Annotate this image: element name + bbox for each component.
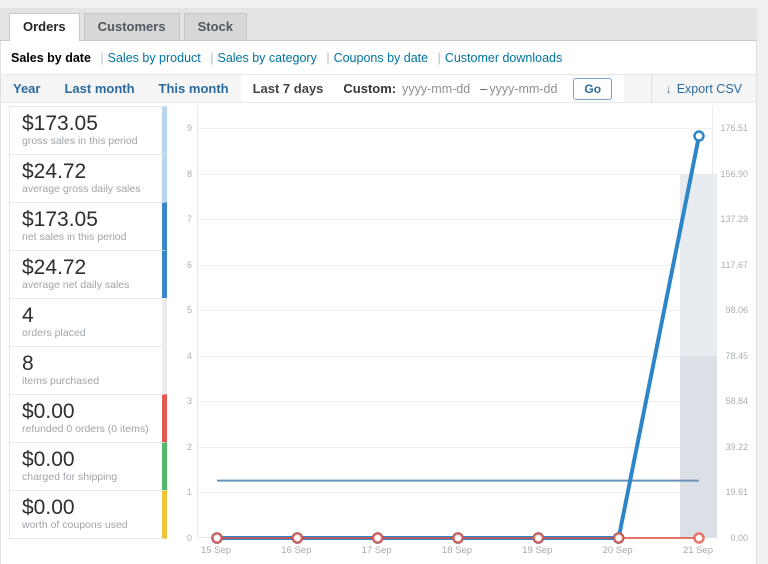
y-axis-tick-right: 78.45	[708, 351, 748, 361]
data-point-refund-amount[interactable]	[614, 534, 623, 543]
data-point-gross-sales-amount[interactable]	[694, 132, 703, 141]
end-date-input[interactable]	[489, 82, 565, 96]
report-content: $173.05 gross sales in this period $24.7…	[1, 103, 756, 564]
stat-value: $0.00	[22, 448, 150, 471]
stat-value: $24.72	[22, 160, 150, 183]
stat-value: 8	[22, 352, 150, 375]
x-axis-label: 16 Sep	[281, 545, 311, 556]
x-axis-label: 19 Sep	[522, 545, 552, 556]
y-axis-tick-left: 8	[177, 169, 192, 179]
subnav-separator: |	[100, 51, 103, 65]
stat-value: $0.00	[22, 496, 150, 519]
stat-label: gross sales in this period	[22, 135, 150, 148]
report-tabs: Orders Customers Stock	[0, 8, 757, 41]
line-gross-sales-amount	[217, 136, 699, 538]
subnav-separator: |	[326, 51, 329, 65]
stat-value: $0.00	[22, 400, 150, 423]
y-axis-tick-right: 117.67	[708, 260, 748, 270]
stat-value: $24.72	[22, 256, 150, 279]
y-axis-tick-left: 4	[177, 351, 192, 361]
custom-range-zone: Last 7 days Custom: – Go	[241, 75, 624, 102]
stat-label: charged for shipping	[22, 471, 150, 484]
stat-value: $173.05	[22, 112, 150, 135]
y-axis-tick-right: 137.29	[708, 214, 748, 224]
y-axis-tick-right: 176.51	[708, 123, 748, 133]
x-axis-label: 15 Sep	[201, 545, 231, 556]
stat-label: refunded 0 orders (0 items)	[22, 423, 150, 436]
y-axis-tick-right: 39.22	[708, 442, 748, 452]
stat-gross-sales[interactable]: $173.05 gross sales in this period	[9, 106, 167, 155]
stat-label: worth of coupons used	[22, 519, 150, 532]
report-sidebar: $173.05 gross sales in this period $24.7…	[9, 106, 167, 558]
data-point-refund-amount[interactable]	[694, 534, 703, 543]
stat-label: net sales in this period	[22, 231, 150, 244]
x-axis-label: 17 Sep	[362, 545, 392, 556]
range-last-month[interactable]: Last month	[52, 75, 146, 102]
subnav-separator: |	[438, 51, 441, 65]
report-subnav: Sales by date | Sales by product | Sales b…	[1, 41, 756, 74]
stat-charged-for-shipping[interactable]: $0.00 charged for shipping	[9, 442, 167, 491]
stat-coupons-used[interactable]: $0.00 worth of coupons used	[9, 490, 167, 539]
export-zone: ↓ Export CSV	[651, 75, 756, 102]
download-arrow-icon: ↓	[666, 82, 672, 96]
y-axis-tick-left: 6	[177, 260, 192, 270]
tab-customers[interactable]: Customers	[84, 13, 180, 40]
tab-stock[interactable]: Stock	[184, 13, 247, 40]
stat-orders-placed[interactable]: 4 orders placed	[9, 298, 167, 347]
data-point-refund-amount[interactable]	[373, 534, 382, 543]
y-axis-tick-left: 3	[177, 396, 192, 406]
stat-label: orders placed	[22, 327, 150, 340]
y-axis-tick-left: 7	[177, 214, 192, 224]
chart-plot[interactable]	[197, 106, 713, 538]
y-axis-tick-left: 9	[177, 123, 192, 133]
custom-range-label: Custom:	[343, 81, 396, 96]
y-axis-tick-right: 98.06	[708, 305, 748, 315]
stat-value: 4	[22, 304, 150, 327]
data-point-refund-amount[interactable]	[534, 534, 543, 543]
subnav-sales-by-date[interactable]: Sales by date	[11, 51, 91, 65]
filter-bar-spacer	[624, 75, 651, 102]
sales-chart: 0 0.00 1 19.61 2 39.22 3 58.84 4 78.45 5 98.06 6 117.…	[177, 106, 756, 558]
stat-value: $173.05	[22, 208, 150, 231]
go-button[interactable]: Go	[573, 78, 612, 100]
data-point-refund-amount[interactable]	[293, 534, 302, 543]
stat-average-net-daily-sales[interactable]: $24.72 average net daily sales	[9, 250, 167, 299]
stat-net-sales[interactable]: $173.05 net sales in this period	[9, 202, 167, 251]
x-axis-label: 20 Sep	[603, 545, 633, 556]
export-csv-label: Export CSV	[677, 82, 742, 96]
range-last-7-days[interactable]: Last 7 days	[241, 81, 336, 96]
x-axis-label: 21 Sep	[683, 545, 713, 556]
range-year[interactable]: Year	[1, 75, 52, 102]
stat-refunded[interactable]: $0.00 refunded 0 orders (0 items)	[9, 394, 167, 443]
subnav-coupons-by-date[interactable]: Coupons by date	[334, 51, 429, 65]
data-point-refund-amount[interactable]	[453, 534, 462, 543]
y-axis-tick-right: 156.90	[708, 169, 748, 179]
stat-label: items purchased	[22, 375, 150, 388]
tab-orders[interactable]: Orders	[9, 13, 80, 41]
stat-items-purchased[interactable]: 8 items purchased	[9, 346, 167, 395]
start-date-input[interactable]	[402, 82, 478, 96]
stat-label: average net daily sales	[22, 279, 150, 292]
y-axis-tick-left: 0	[177, 533, 192, 543]
subnav-separator: |	[210, 51, 213, 65]
subnav-customer-downloads[interactable]: Customer downloads	[445, 51, 562, 65]
data-point-refund-amount[interactable]	[213, 534, 222, 543]
export-csv-link[interactable]: ↓ Export CSV	[666, 82, 742, 96]
chart-lines	[198, 106, 714, 538]
y-axis-tick-left: 1	[177, 487, 192, 497]
x-axis-label: 18 Sep	[442, 545, 472, 556]
report-panel: Sales by date | Sales by product | Sales b…	[0, 41, 757, 564]
y-axis-tick-right: 19.61	[708, 487, 748, 497]
y-axis-tick-right: 0.00	[708, 533, 748, 543]
y-axis-tick-left: 2	[177, 442, 192, 452]
subnav-sales-by-category[interactable]: Sales by category	[217, 51, 316, 65]
stat-average-gross-daily-sales[interactable]: $24.72 average gross daily sales	[9, 154, 167, 203]
y-axis-tick-right: 58.84	[708, 396, 748, 406]
range-this-month[interactable]: This month	[147, 75, 241, 102]
y-axis-tick-left: 5	[177, 305, 192, 315]
date-range-filter-bar: Year Last month This month Last 7 days C…	[1, 74, 756, 103]
stat-label: average gross daily sales	[22, 183, 150, 196]
subnav-sales-by-product[interactable]: Sales by product	[108, 51, 201, 65]
date-range-dash: –	[480, 81, 487, 96]
